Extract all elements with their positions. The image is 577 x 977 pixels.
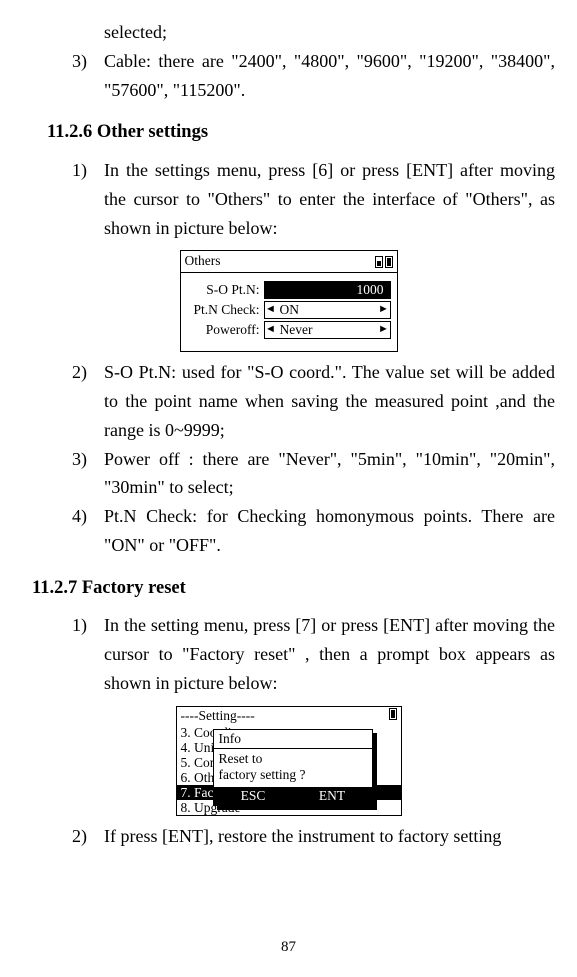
field-value: ON (277, 302, 378, 319)
list-body: In the settings menu, press [6] or press… (104, 156, 555, 242)
field-selector[interactable]: ◄ ON ► (264, 301, 391, 319)
heading-factory-reset: 11.2.7 Factory reset (22, 574, 555, 604)
field-value-selected[interactable]: 1000 (264, 281, 391, 299)
figure-others-screen: Others S-O Pt.N: 1000 Pt.N Check: ◄ ON ► (22, 250, 555, 352)
screen-title: ----Setting---- (181, 708, 387, 724)
field-label: Pt.N Check: (187, 301, 264, 319)
screen-titlebar: ----Setting---- (177, 707, 401, 725)
battery-icon (385, 256, 393, 268)
other-li2: 2) S-O Pt.N: used for "S-O coord.". The … (22, 358, 555, 444)
ent-button[interactable]: ENT (293, 787, 372, 805)
dialog-buttons: ESC ENT (214, 787, 372, 805)
list-number: 3) (72, 445, 104, 503)
page-number: 87 (0, 935, 577, 959)
dialog-body: Reset to factory setting ? (214, 749, 372, 786)
factory-li2: 2) If press [ENT], restore the instrumen… (22, 822, 555, 851)
list-number: 4) (72, 502, 104, 560)
field-poweroff: Poweroff: ◄ Never ► (187, 321, 391, 339)
document-page: selected; 3) Cable: there are "2400", "4… (0, 0, 577, 977)
list-body: S-O Pt.N: used for "S-O coord.". The val… (104, 358, 555, 444)
list-body: If press [ENT], restore the instrument t… (104, 822, 555, 851)
menu-list: 3. Coordinate 4. Units 5. Comm. 6. Other… (177, 725, 401, 815)
field-ptn-check: Pt.N Check: ◄ ON ► (187, 301, 391, 319)
list-body: Power off : there are "Never", "5min", "… (104, 445, 555, 503)
list-number: 3) (72, 47, 104, 105)
factory-li1: 1) In the setting menu, press [7] or pre… (22, 611, 555, 697)
list-number: 1) (72, 611, 104, 697)
confirm-dialog: Info Reset to factory setting ? ESC ENT (213, 729, 373, 806)
dialog-text-line: Reset to (219, 751, 367, 767)
other-li4: 4) Pt.N Check: for Checking homonymous p… (22, 502, 555, 560)
list-number: 2) (72, 358, 104, 444)
figure-factory-reset-screen: ----Setting---- 3. Coordinate 4. Units 5… (22, 706, 555, 816)
device-screen-factory-reset: ----Setting---- 3. Coordinate 4. Units 5… (176, 706, 402, 816)
list-number: 2) (72, 822, 104, 851)
arrow-left-icon[interactable]: ◄ (265, 303, 277, 317)
arrow-right-icon[interactable]: ► (378, 323, 390, 337)
field-value: Never (277, 322, 378, 339)
heading-other-settings: 11.2.6 Other settings (22, 118, 555, 148)
other-li1: 1) In the settings menu, press [6] or pr… (22, 156, 555, 242)
arrow-left-icon[interactable]: ◄ (265, 323, 277, 337)
screen-titlebar: Others (181, 251, 397, 273)
dialog-title: Info (214, 730, 372, 749)
arrow-right-icon[interactable]: ► (378, 303, 390, 317)
screen-title: Others (185, 253, 373, 270)
field-label: Poweroff: (187, 321, 264, 339)
paragraph-tail: selected; (22, 18, 555, 47)
dialog-text-line: factory setting ? (219, 767, 367, 783)
field-so-ptn: S-O Pt.N: 1000 (187, 281, 391, 299)
list-item-cable: 3) Cable: there are "2400", "4800", "960… (22, 47, 555, 105)
list-body: Pt.N Check: for Checking homonymous poin… (104, 502, 555, 560)
field-label: S-O Pt.N: (187, 281, 264, 299)
list-number: 1) (72, 156, 104, 242)
list-body: Cable: there are "2400", "4800", "9600",… (104, 47, 555, 105)
battery-icon (389, 708, 397, 720)
signal-icon (375, 256, 383, 268)
device-screen-others: Others S-O Pt.N: 1000 Pt.N Check: ◄ ON ► (180, 250, 398, 352)
esc-button[interactable]: ESC (214, 787, 293, 805)
other-li3: 3) Power off : there are "Never", "5min"… (22, 445, 555, 503)
field-selector[interactable]: ◄ Never ► (264, 321, 391, 339)
screen-body: S-O Pt.N: 1000 Pt.N Check: ◄ ON ► Powero… (181, 273, 397, 351)
list-body: In the setting menu, press [7] or press … (104, 611, 555, 697)
